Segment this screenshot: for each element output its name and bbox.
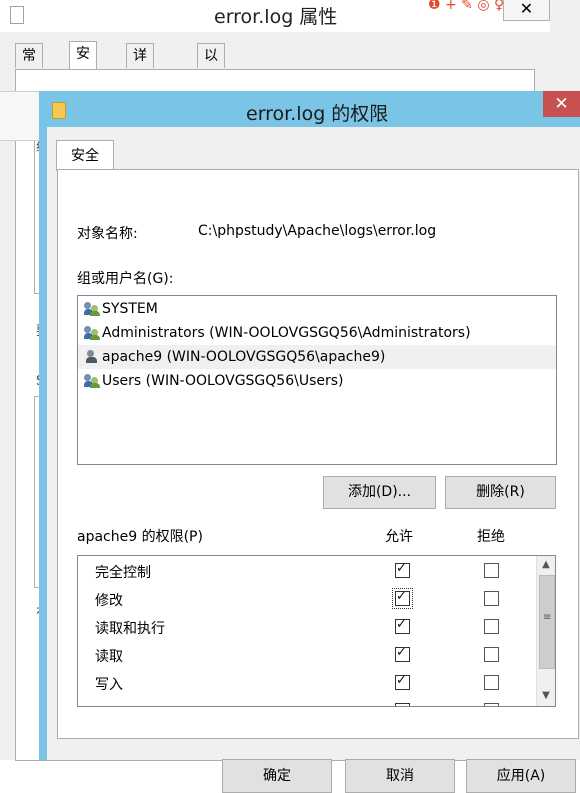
apply-button[interactable]: 应用(A): [466, 759, 576, 793]
user-row-users[interactable]: Users (WIN-OOLOVGSGQ56\Users): [78, 369, 556, 393]
allow-header: 允许: [385, 529, 413, 545]
ok-button[interactable]: 确定: [222, 759, 332, 793]
scroll-thumb[interactable]: ≡: [539, 575, 555, 669]
folder-icon: [52, 102, 66, 119]
object-name-value: C:\phpstudy\Apache\logs\error.log: [198, 223, 437, 239]
dialog-body: 安全 对象名称: C:\phpstudy\Apache\logs\error.l…: [47, 127, 580, 793]
dialog-title: error.log 的权限: [246, 103, 389, 125]
remove-button[interactable]: 删除(R): [445, 476, 556, 509]
users-list[interactable]: SYSTEM Administrators (WIN-OOLOVGSGQ56\A…: [77, 295, 557, 465]
scroll-down-icon[interactable]: ▼: [537, 687, 555, 705]
permission-name: 读取和执行: [95, 621, 165, 637]
object-name-label: 对象名称:: [77, 226, 138, 242]
permission-row-write: 写入: [78, 668, 538, 696]
document-icon: [10, 6, 24, 24]
user-row-system[interactable]: SYSTEM: [78, 297, 556, 321]
tab-general[interactable]: 常规: [15, 43, 43, 88]
vertical-scrollbar[interactable]: ▲ ≡ ▼: [536, 556, 555, 706]
deny-checkbox[interactable]: [484, 591, 499, 606]
user-name: SYSTEM: [102, 301, 158, 317]
user-row-administrators[interactable]: Administrators (WIN-OOLOVGSGQ56\Administ…: [78, 321, 556, 345]
group-users-icon: [84, 326, 100, 340]
user-row-apache9[interactable]: apache9 (WIN-OOLOVGSGQ56\apache9): [78, 345, 556, 369]
allow-checkbox[interactable]: [395, 645, 410, 662]
deny-checkbox[interactable]: [484, 563, 499, 578]
allow-checkbox[interactable]: [392, 588, 413, 609]
dialog-title-bar[interactable]: error.log 的权限 ✕: [39, 91, 580, 127]
allow-checkbox[interactable]: [395, 561, 410, 578]
scroll-up-icon[interactable]: ▲: [537, 556, 555, 574]
permission-name: 修改: [95, 593, 123, 609]
background-title-bar: error.log 属性 ❶ + ✎ ◎ ♀ ✕: [0, 0, 550, 32]
permissions-label: apache9 的权限(P): [77, 529, 203, 545]
group-users-icon: [84, 374, 100, 388]
permission-row-read-execute: 读取和执行: [78, 612, 538, 640]
user-name: Users (WIN-OOLOVGSGQ56\Users): [102, 373, 344, 389]
allow-checkbox[interactable]: [395, 673, 410, 690]
permission-name: 读取: [95, 649, 123, 665]
deny-checkbox[interactable]: [484, 647, 499, 662]
permission-row-read: 读取: [78, 640, 538, 668]
deny-checkbox[interactable]: [484, 703, 499, 706]
group-users-icon: [84, 302, 100, 316]
group-users-label: 组或用户名(G):: [77, 271, 174, 287]
tab-security[interactable]: 安全: [69, 41, 97, 86]
background-window-title: error.log 属性: [214, 6, 338, 28]
background-close-button[interactable]: ✕: [503, 0, 550, 21]
security-panel: 对象名称: C:\phpstudy\Apache\logs\error.log …: [57, 169, 579, 739]
permissions-dialog: error.log 的权限 ✕ 安全 对象名称: C:\phpstudy\Apa…: [39, 91, 580, 793]
allow-checkbox[interactable]: [395, 617, 410, 634]
deny-checkbox[interactable]: [484, 675, 499, 690]
user-name: Administrators (WIN-OOLOVGSGQ56\Administ…: [102, 325, 471, 341]
deny-checkbox[interactable]: [484, 619, 499, 634]
user-name: apache9 (WIN-OOLOVGSGQ56\apache9): [102, 349, 386, 365]
permission-row-full-control: 完全控制: [78, 556, 538, 584]
single-user-icon: [84, 350, 100, 364]
tab-details[interactable]: 详细信息: [126, 43, 154, 136]
allow-checkbox[interactable]: [395, 703, 410, 706]
permission-row-partial: [78, 696, 538, 706]
tab-previous-versions[interactable]: 以前的版本: [197, 43, 225, 160]
deny-header: 拒绝: [477, 529, 505, 545]
tab-security[interactable]: 安全: [56, 140, 114, 171]
permissions-list[interactable]: 完全控制 修改 读取和执行 读取: [77, 555, 556, 707]
permission-name: 写入: [95, 677, 123, 693]
cancel-button[interactable]: 取消: [345, 759, 455, 793]
close-button[interactable]: ✕: [543, 91, 580, 117]
add-button[interactable]: 添加(D)...: [323, 476, 436, 509]
permission-name: 完全控制: [95, 565, 151, 581]
permission-row-modify: 修改: [78, 584, 538, 612]
